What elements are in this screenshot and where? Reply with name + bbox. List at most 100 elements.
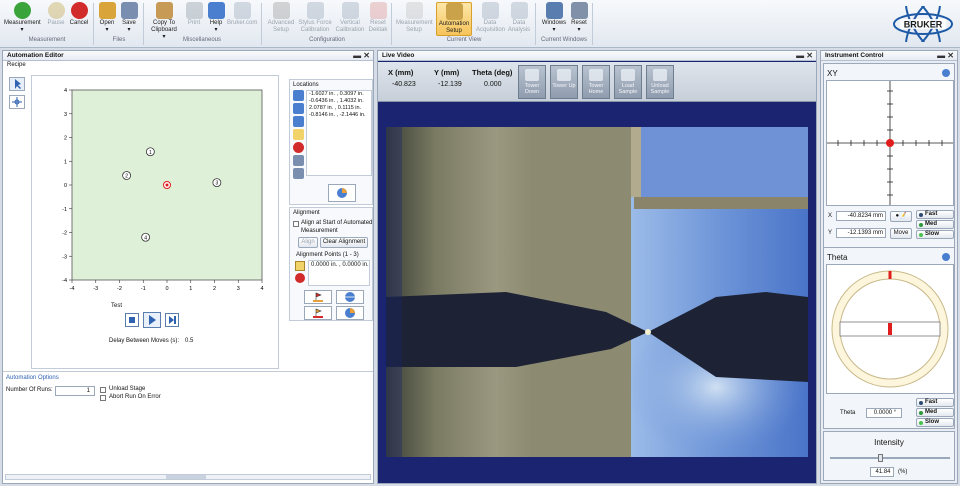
ribbon-group-label: Files xyxy=(112,37,126,43)
unload-stage-checkbox[interactable] xyxy=(100,387,106,393)
alignment-group: Alignment Align at Start of Automated Me… xyxy=(289,207,373,321)
panel-controls-icon[interactable]: ▬ ✕ xyxy=(937,51,954,60)
play-test-button[interactable] xyxy=(143,312,161,328)
video-button-tower-down[interactable]: Tower Down xyxy=(518,65,546,99)
location-list-item[interactable]: 2.0787 in. , 0.1115 in. xyxy=(307,105,371,112)
location-point[interactable]: 2 xyxy=(122,171,132,180)
ribbon-button-advanced-setup[interactable]: Advanced Setup xyxy=(266,2,296,36)
align-delete-icon[interactable] xyxy=(295,273,305,283)
x-field[interactable]: -40.8234 mm xyxy=(836,211,886,221)
ribbon-button-reset-dektak[interactable]: Reset Dektak xyxy=(367,2,389,36)
video-button-label: Unload Sample xyxy=(650,83,670,95)
panel-controls-icon[interactable]: ▬ ✕ xyxy=(353,51,370,60)
delay-field[interactable]: 0.5 xyxy=(185,338,193,344)
align-tool-3-icon[interactable] xyxy=(304,306,332,320)
location-point[interactable]: 4 xyxy=(141,232,151,242)
ribbon-button-pause[interactable]: Pause xyxy=(44,2,68,36)
dropdown-arrow-icon: ▾ xyxy=(105,27,109,33)
panel-controls-icon[interactable]: ▬ ✕ xyxy=(796,51,813,60)
ribbon-button-data-acquisition[interactable]: Data Acquisition xyxy=(476,2,505,36)
recipe-menu[interactable]: Recipe xyxy=(7,62,26,68)
y-field[interactable]: -12.1393 mm xyxy=(836,228,886,238)
location-point[interactable]: 3 xyxy=(212,178,222,188)
video-button-tower-home[interactable]: Tower Home xyxy=(582,65,610,99)
live-video-panel: Live Video ▬ ✕ X (mm) -40.823 Y (mm) -12… xyxy=(377,50,817,484)
alignment-point-item[interactable]: 0.0000 in. , 0.0000 in. xyxy=(311,262,369,268)
ribbon-button-automation-setup[interactable]: Automation Setup xyxy=(436,2,472,36)
intensity-slider-thumb[interactable] xyxy=(878,454,884,462)
theta-dial[interactable] xyxy=(826,264,954,394)
ribbon-button-print[interactable]: Print xyxy=(184,2,204,36)
ribbon-separator xyxy=(391,3,392,45)
abort-run-checkbox[interactable] xyxy=(100,395,106,401)
move-up-icon[interactable] xyxy=(293,103,304,114)
horizontal-scrollbar[interactable] xyxy=(5,474,371,480)
delete-icon[interactable] xyxy=(293,142,304,153)
ribbon-button-help[interactable]: Help ▾ xyxy=(205,2,227,36)
save-icon[interactable] xyxy=(293,168,304,179)
align-edit-icon[interactable] xyxy=(295,261,305,271)
align-tool-2-icon[interactable] xyxy=(336,290,364,304)
speed-button-slow[interactable]: Slow xyxy=(916,418,954,427)
intensity-unit: (%) xyxy=(898,469,908,475)
theta-field[interactable]: 0.0000 ° xyxy=(866,408,902,418)
runs-field[interactable]: 1 xyxy=(55,386,95,396)
ribbon-button-save[interactable]: Save ▾ xyxy=(118,2,140,36)
location-list-item[interactable]: -1.6027 in. , 0.3097 in. xyxy=(307,91,371,98)
stop-test-button[interactable] xyxy=(125,313,139,327)
move-button[interactable]: Move xyxy=(890,228,912,239)
speed-button-slow[interactable]: Slow xyxy=(916,230,954,239)
ribbon-button-open[interactable]: Open ▾ xyxy=(96,2,118,36)
ribbon-button-cancel[interactable]: Cancel xyxy=(68,2,90,36)
sort-icon[interactable] xyxy=(293,155,304,166)
ribbon-button-vertical-calibration[interactable]: Vertical Calibration xyxy=(334,2,366,36)
play-icon xyxy=(13,2,31,19)
video-button-unload-sample[interactable]: Unload Sample xyxy=(646,65,674,99)
xy-mode-toggle[interactable]: ●📝 xyxy=(890,211,912,222)
pointer-icon[interactable] xyxy=(9,77,25,91)
speed-button-med[interactable]: Med xyxy=(916,220,954,229)
ribbon-button-data-analysis[interactable]: Data Analysis xyxy=(506,2,532,36)
speed-button-fast[interactable]: Fast xyxy=(916,398,954,407)
align-button[interactable]: Align xyxy=(298,237,318,248)
ribbon-button-stylus-force-calibration[interactable]: Stylus Force Calibration xyxy=(298,2,332,36)
alignment-points-list[interactable]: 0.0000 in. , 0.0000 in. xyxy=(308,260,370,286)
video-button-load-sample[interactable]: Load Sample xyxy=(614,65,642,99)
clear-alignment-button[interactable]: Clear Alignment xyxy=(320,237,368,248)
ribbon-button-copy-to-clipboard[interactable]: Copy To Clipboard ▾ xyxy=(146,2,182,40)
speed-button-med[interactable]: Med xyxy=(916,408,954,417)
ribbon-button-bruker-com[interactable]: Bruker.com xyxy=(227,2,257,36)
xy-joystick[interactable] xyxy=(826,80,954,206)
theta-settings-icon[interactable] xyxy=(942,253,950,261)
y-tick-label: 0 xyxy=(64,183,67,189)
locations-list[interactable]: -1.6027 in. , 0.3097 in. -0.6436 in. , 1.… xyxy=(306,90,372,176)
stop-icon xyxy=(70,2,88,19)
ribbon-button-measurement-setup[interactable]: Measurement Setup xyxy=(396,2,433,36)
speed-button-fast[interactable]: Fast xyxy=(916,210,954,219)
ribbon-button-windows[interactable]: Windows ▾ xyxy=(540,2,568,36)
ribbon-button-reset[interactable]: Reset ▾ xyxy=(568,2,590,36)
location-list-item[interactable]: -0.6436 in. , 1.4032 in. xyxy=(307,98,371,105)
location-point[interactable]: 1 xyxy=(145,147,155,157)
location-point-label: 1 xyxy=(149,150,152,156)
intensity-field[interactable]: 41.84 xyxy=(870,467,894,477)
location-list-item[interactable]: -0.8146 in. , -2.1446 in. xyxy=(307,112,371,119)
ribbon-button-label: Measurement xyxy=(4,20,41,26)
skip-test-button[interactable] xyxy=(165,313,179,327)
video-button-tower-up[interactable]: Tower Up xyxy=(550,65,578,99)
load-locations-button[interactable] xyxy=(328,184,356,202)
add-location-icon[interactable] xyxy=(293,90,304,101)
move-down-icon[interactable] xyxy=(293,116,304,127)
reset-windows-icon xyxy=(570,2,588,19)
pause-icon xyxy=(47,2,65,19)
align-tool-1-icon[interactable] xyxy=(304,290,332,304)
xy-settings-icon[interactable] xyxy=(942,69,950,77)
intensity-slider[interactable] xyxy=(830,454,950,462)
align-start-checkbox[interactable] xyxy=(293,221,299,227)
live-video-frame[interactable] xyxy=(386,127,808,457)
ribbon-button-measurement[interactable]: Measurement ▾ xyxy=(4,2,41,36)
crosshair-icon[interactable] xyxy=(9,95,25,109)
align-tool-4-icon[interactable] xyxy=(336,306,364,320)
edit-icon[interactable] xyxy=(293,129,304,140)
intensity-value: 41.84 xyxy=(875,469,891,475)
